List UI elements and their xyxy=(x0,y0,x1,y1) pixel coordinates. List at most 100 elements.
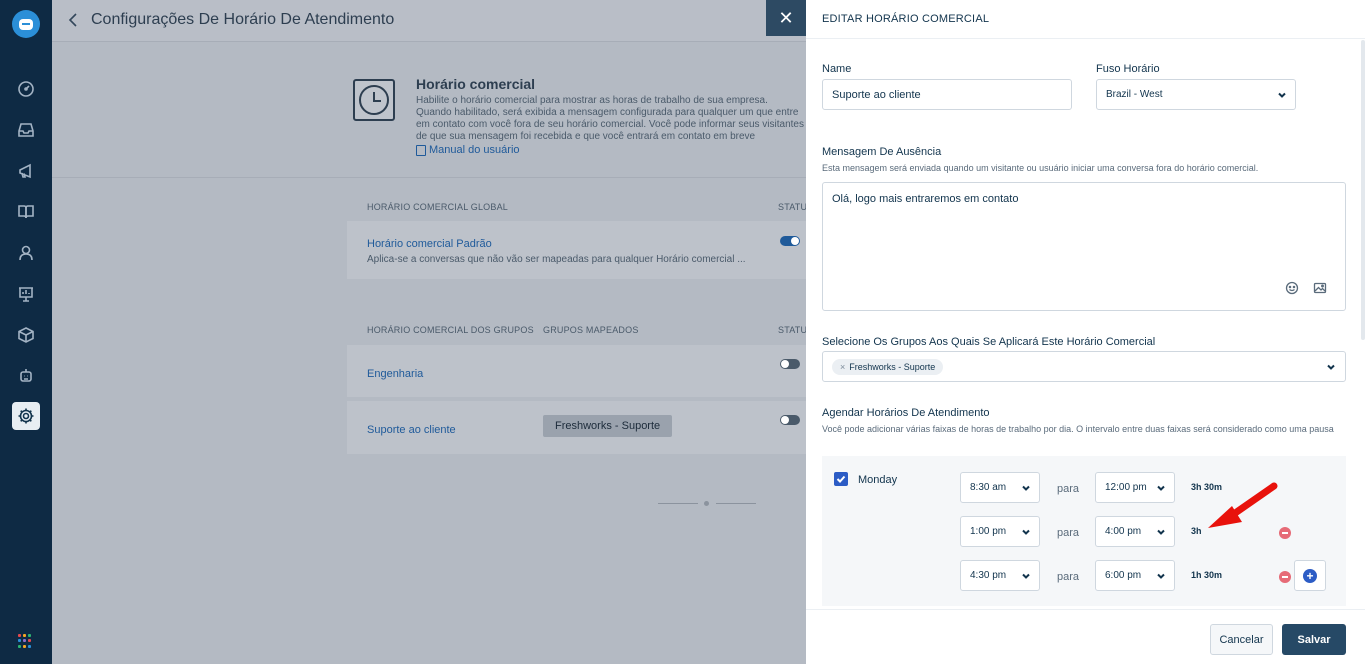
page-header: Configurações De Horário De Atendimento xyxy=(52,0,806,42)
freshchat-logo-icon[interactable] xyxy=(12,10,40,38)
groups-label: Selecione Os Grupos Aos Quais Se Aplicar… xyxy=(822,336,1156,348)
schedule-hint: Você pode adicionar várias faixas de hor… xyxy=(822,424,1334,434)
plus-icon: + xyxy=(1303,568,1317,583)
schedule-label: Agendar Horários De Atendimento xyxy=(822,407,990,419)
apps-dot xyxy=(23,639,26,643)
default-business-hours-row[interactable]: Horário comercial Padrão Aplica-se a con… xyxy=(347,221,806,279)
apps-dot xyxy=(28,639,31,643)
away-message-hint: Esta mensagem será enviada quando um vis… xyxy=(822,163,1259,173)
intro-section: Horário comercial Habilite o horário com… xyxy=(52,43,806,178)
chevron-down-icon xyxy=(1327,363,1335,371)
chevron-down-icon xyxy=(1157,528,1165,536)
page-title: Configurações De Horário De Atendimento xyxy=(91,11,395,28)
left-nav-sidebar xyxy=(0,0,52,664)
group-row-suporte[interactable]: Suporte ao cliente Freshworks - Suporte xyxy=(347,401,806,454)
timezone-select[interactable]: Brazil - West xyxy=(1096,79,1296,110)
slot-1-to-select[interactable]: 12:00 pm xyxy=(1095,472,1175,503)
emoji-icon[interactable] xyxy=(1285,281,1299,295)
chevron-down-icon xyxy=(1278,91,1286,99)
intro-description: Habilite o horário comercial para mostra… xyxy=(416,95,804,142)
slot-separator: para xyxy=(1057,527,1080,539)
slot-1-from-select[interactable]: 8:30 am xyxy=(960,472,1040,503)
close-drawer-button[interactable]: ✕ xyxy=(766,0,806,36)
slot-from-value: 1:00 pm xyxy=(970,526,1007,537)
business-hours-page: Configurações De Horário De Atendimento … xyxy=(52,0,813,664)
user-manual-label: Manual do usuário xyxy=(429,144,520,156)
dashboard-icon[interactable] xyxy=(14,77,38,101)
chevron-down-icon xyxy=(1157,484,1165,492)
chevron-down-icon xyxy=(1157,572,1165,580)
away-message-textarea[interactable]: Olá, logo mais entraremos em contato xyxy=(822,182,1346,311)
away-message-text: Olá, logo mais entraremos em contato xyxy=(832,193,1019,205)
chevron-down-icon xyxy=(1022,528,1030,536)
slot-to-value: 4:00 pm xyxy=(1105,526,1142,537)
group-row-name[interactable]: Suporte ao cliente xyxy=(367,424,456,436)
slot-duration: 3h xyxy=(1191,526,1202,536)
slot-to-value: 6:00 pm xyxy=(1105,570,1142,581)
slot-from-value: 4:30 pm xyxy=(970,570,1007,581)
clock-icon xyxy=(353,79,395,121)
slot-duration: 1h 30m xyxy=(1191,570,1223,580)
edit-business-hours-drawer: EDITAR HORÁRIO COMERCIAL Name Suporte ao… xyxy=(806,0,1365,664)
user-manual-link[interactable]: Manual do usuário xyxy=(416,144,520,156)
apps-dot xyxy=(28,634,31,637)
slot-from-value: 8:30 am xyxy=(970,482,1007,493)
apps-dot xyxy=(23,634,26,637)
chip-remove-icon[interactable]: × xyxy=(840,362,845,372)
groups-section-label: HORÁRIO COMERCIAL DOS GRUPOS xyxy=(367,325,534,335)
day-label: Monday xyxy=(858,474,898,486)
group-row-name[interactable]: Engenharia xyxy=(367,368,423,380)
group-status-toggle[interactable] xyxy=(780,415,800,425)
slot-separator: para xyxy=(1057,483,1080,495)
contacts-icon[interactable] xyxy=(14,241,38,265)
inbox-icon[interactable] xyxy=(14,118,38,142)
group-chip: × Freshworks - Suporte xyxy=(832,358,944,375)
groups-multiselect[interactable]: × Freshworks - Suporte xyxy=(822,351,1346,382)
slot-3-to-select[interactable]: 6:00 pm xyxy=(1095,560,1175,591)
cancel-button[interactable]: Cancelar xyxy=(1210,624,1273,655)
campaigns-icon[interactable] xyxy=(14,159,38,183)
apps-dot xyxy=(18,644,21,648)
reports-icon[interactable] xyxy=(14,282,38,306)
default-hours-title[interactable]: Horário comercial Padrão xyxy=(367,238,492,250)
settings-gear-icon[interactable] xyxy=(12,402,40,430)
bots-icon[interactable] xyxy=(14,364,38,388)
name-input[interactable]: Suporte ao cliente xyxy=(822,79,1072,110)
slot-3-from-select[interactable]: 4:30 pm xyxy=(960,560,1040,591)
day-enabled-checkbox[interactable] xyxy=(834,472,848,486)
intro-title: Horário comercial xyxy=(416,76,536,92)
drawer-header: EDITAR HORÁRIO COMERCIAL xyxy=(806,0,1365,39)
image-upload-icon[interactable] xyxy=(1313,281,1327,295)
default-hours-status-toggle[interactable] xyxy=(780,236,800,246)
slot-separator: para xyxy=(1057,571,1080,583)
solutions-book-icon[interactable] xyxy=(14,200,38,224)
apps-switcher-icon[interactable] xyxy=(18,634,32,648)
global-section-label: HORÁRIO COMERCIAL GLOBAL xyxy=(367,202,508,212)
slot-2-to-select[interactable]: 4:00 pm xyxy=(1095,516,1175,547)
drawer-title: EDITAR HORÁRIO COMERCIAL xyxy=(822,13,990,25)
default-hours-description: Aplica-se a conversas que não vão ser ma… xyxy=(367,254,746,265)
name-label: Name xyxy=(822,63,852,75)
group-row-engenharia[interactable]: Engenharia xyxy=(347,345,806,397)
slot-2-from-select[interactable]: 1:00 pm xyxy=(960,516,1040,547)
chevron-down-icon xyxy=(1022,484,1030,492)
drawer-footer: Cancelar Salvar xyxy=(806,609,1365,664)
apps-dot xyxy=(18,639,21,643)
remove-slot-icon[interactable] xyxy=(1279,571,1291,583)
annotation-red-arrow-icon xyxy=(1208,482,1278,528)
timezone-value: Brazil - West xyxy=(1106,89,1163,100)
add-slot-button[interactable]: + xyxy=(1294,560,1326,591)
drawer-scrollbar[interactable] xyxy=(1361,40,1365,340)
back-arrow-icon[interactable] xyxy=(66,12,80,28)
checkmark-icon xyxy=(836,475,846,483)
apps-dot xyxy=(18,634,21,637)
slot-to-value: 12:00 pm xyxy=(1105,482,1147,493)
apps-dot xyxy=(23,644,26,648)
save-button[interactable]: Salvar xyxy=(1282,624,1346,655)
away-message-label: Mensagem De Ausência xyxy=(822,146,942,158)
apps-dot xyxy=(28,644,31,648)
book-icon xyxy=(416,144,426,156)
mapped-groups-column-label: GRUPOS MAPEADOS xyxy=(543,325,639,335)
group-status-toggle[interactable] xyxy=(780,359,800,369)
integrations-cube-icon[interactable] xyxy=(14,323,38,347)
